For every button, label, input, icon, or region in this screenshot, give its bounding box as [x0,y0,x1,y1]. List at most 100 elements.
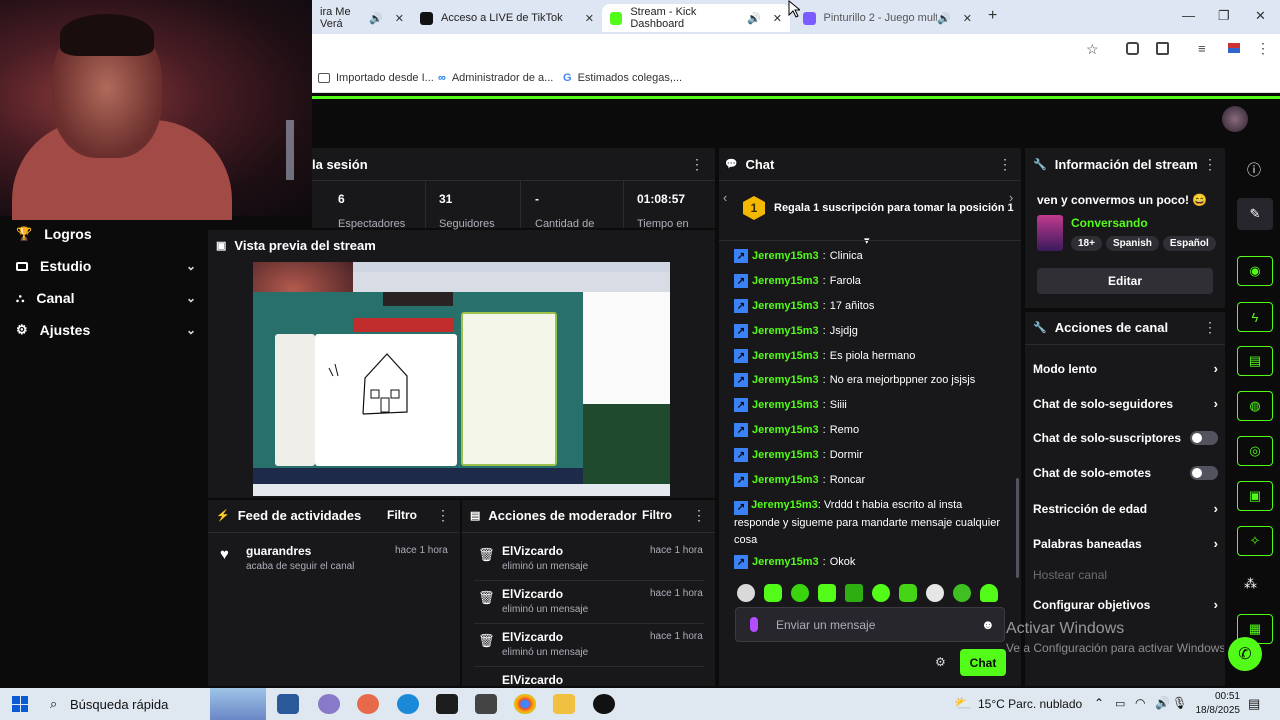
nav-item-ajustes[interactable]: ⚙ Ajustes ⌄ [16,322,196,338]
layout-icon[interactable]: ▣ [1237,481,1273,511]
volume-icon[interactable]: 🔊 [1155,696,1170,710]
action-followers-only[interactable]: Chat de solo-seguidores › [1033,396,1218,411]
category-name[interactable]: Conversando [1071,216,1148,230]
chat-username[interactable]: Jeremy15m3 [752,374,819,386]
emoji-picker-icon[interactable]: ☻ [981,617,995,632]
filter-button[interactable]: Filtro [642,508,672,522]
speaker-icon[interactable]: 🔊 [369,12,383,25]
chat-username[interactable]: Jeremy15m3 [752,474,819,486]
browser-tab[interactable]: Pinturillo 2 - Juego multijug 🔊✕ [795,4,980,32]
windows-start-icon[interactable] [12,696,28,712]
bookmark-item[interactable]: Importado desde I... [318,72,434,84]
browser-tab[interactable]: ira Me Verá 🔊 ✕ [312,4,412,32]
chat-username[interactable]: Jeremy15m3 [752,250,819,262]
notification-icon[interactable]: ▤ [1248,696,1260,712]
chevron-up-icon[interactable]: ⌃ [1094,696,1104,710]
chat-input[interactable]: Enviar un mensaje ☻ [735,607,1005,642]
chrome-icon[interactable] [514,694,536,714]
action-slow-mode[interactable]: Modo lento › [1033,361,1218,376]
edge-icon[interactable] [397,694,419,714]
filter-button[interactable]: Filtro [387,508,417,522]
emote-icon[interactable] [818,584,836,602]
emotes-only-toggle[interactable] [1190,466,1218,480]
wifi-icon[interactable]: ◠ [1135,696,1145,710]
chat-username[interactable]: Jeremy15m3 [752,325,819,337]
menu-icon[interactable]: ⋮ [1203,319,1217,336]
mod-user[interactable]: ElVizcardo [502,544,563,558]
chat-username[interactable]: Jeremy15m3 [752,556,819,568]
store-icon[interactable] [436,694,458,714]
maximize-button[interactable]: ❐ [1218,8,1230,24]
copilot-icon[interactable] [318,694,340,714]
mod-user[interactable]: ElVizcardo [502,673,563,686]
send-chat-button[interactable]: Chat [960,649,1006,676]
obs-icon[interactable] [593,694,615,714]
extension-icon[interactable] [1126,42,1139,55]
chat-username[interactable]: Jeremy15m3 [752,275,819,287]
menu-icon[interactable]: ⋮ [1256,40,1270,57]
edit-button[interactable]: Editar [1037,268,1213,294]
action-configure-goals[interactable]: Configurar objetivos › [1033,597,1218,612]
menu-icon[interactable]: ⋮ [692,507,706,524]
emote-icon[interactable] [953,584,971,602]
speaker-icon[interactable]: 🔊 [747,12,761,25]
puzzle-icon[interactable] [1156,42,1169,55]
task-view-icon[interactable] [277,694,299,714]
info-icon[interactable]: ⓘ [1247,160,1261,180]
lightning-icon[interactable]: ϟ [1237,302,1273,332]
gift-sub-prompt[interactable]: Regala 1 suscripción para tomar la posic… [774,202,1014,214]
emote-icon[interactable] [845,584,863,602]
emote-icon[interactable] [980,584,998,602]
close-icon[interactable]: ✕ [585,12,594,25]
bookmark-item[interactable]: G Estimados colegas,... [563,72,682,84]
weather-text[interactable]: 15°C Parc. nublado [978,697,1082,711]
subscribers-only-toggle[interactable] [1190,431,1218,445]
new-tab-button[interactable]: + [988,7,997,25]
menu-icon[interactable]: ⋮ [436,507,450,524]
action-banned-words[interactable]: Palabras baneadas › [1033,536,1218,551]
nav-item-logros[interactable]: 🏆 Logros [16,226,196,242]
edit-pencil-icon[interactable]: ✎ [1237,198,1273,230]
speaker-icon[interactable]: 🔊 [937,12,951,25]
bookmark-item[interactable]: ∞ Administrador de a... [438,72,553,84]
emote-icon[interactable] [737,584,755,602]
category-thumbnail[interactable] [1037,215,1063,251]
nav-item-canal[interactable]: ⛬ Canal ⌄ [16,290,196,306]
star-icon[interactable]: ☆ [1086,41,1099,58]
close-icon[interactable]: ✕ [395,12,404,25]
chat-username[interactable]: Jeremy15m3 [752,300,819,312]
file-explorer-icon[interactable] [553,694,575,714]
mic-icon[interactable]: 🎙 [1172,696,1187,710]
camera-icon[interactable]: ◉ [1237,256,1273,286]
mail-icon[interactable] [475,694,497,714]
activity-user[interactable]: guarandres [246,544,311,558]
browser-tab[interactable]: Acceso a LIVE de TikTok ✕ [412,4,602,32]
mod-user[interactable]: ElVizcardo [502,587,563,601]
action-age-restriction[interactable]: Restricción de edad › [1033,501,1218,516]
clock-time[interactable]: 00:51 [1190,691,1240,702]
mod-user[interactable]: ElVizcardo [502,630,563,644]
document-icon[interactable]: ▤ [1237,346,1273,376]
app-icon[interactable] [357,694,379,714]
minimize-button[interactable]: — [1182,8,1195,23]
emote-icon[interactable] [899,584,917,602]
media-icon[interactable]: ≡ [1198,41,1206,56]
tools-icon[interactable]: ✧ [1237,526,1273,556]
chevron-left-icon[interactable]: ‹ [723,190,727,205]
menu-icon[interactable]: ⋮ [1203,156,1217,173]
microphone-icon[interactable] [750,617,758,632]
emote-icon[interactable] [764,584,782,602]
close-icon[interactable]: ✕ [963,12,972,25]
chat-username[interactable]: Jeremy15m3 [752,399,819,411]
broadcast-icon[interactable]: ◎ [1237,436,1273,466]
menu-icon[interactable]: ⋮ [998,156,1012,173]
avatar[interactable] [1222,106,1248,132]
battery-icon[interactable]: ▭ [1115,697,1125,710]
taskbar-search[interactable]: Búsqueda rápida [70,697,168,712]
profile-icon[interactable] [1228,43,1240,53]
chat-username[interactable]: Jeremy15m3 [752,424,819,436]
window-close-button[interactable]: ✕ [1255,8,1266,24]
emote-icon[interactable] [926,584,944,602]
chat-username[interactable]: Jeremy15m3 [752,449,819,461]
nav-item-estudio[interactable]: Estudio ⌄ [16,258,196,274]
